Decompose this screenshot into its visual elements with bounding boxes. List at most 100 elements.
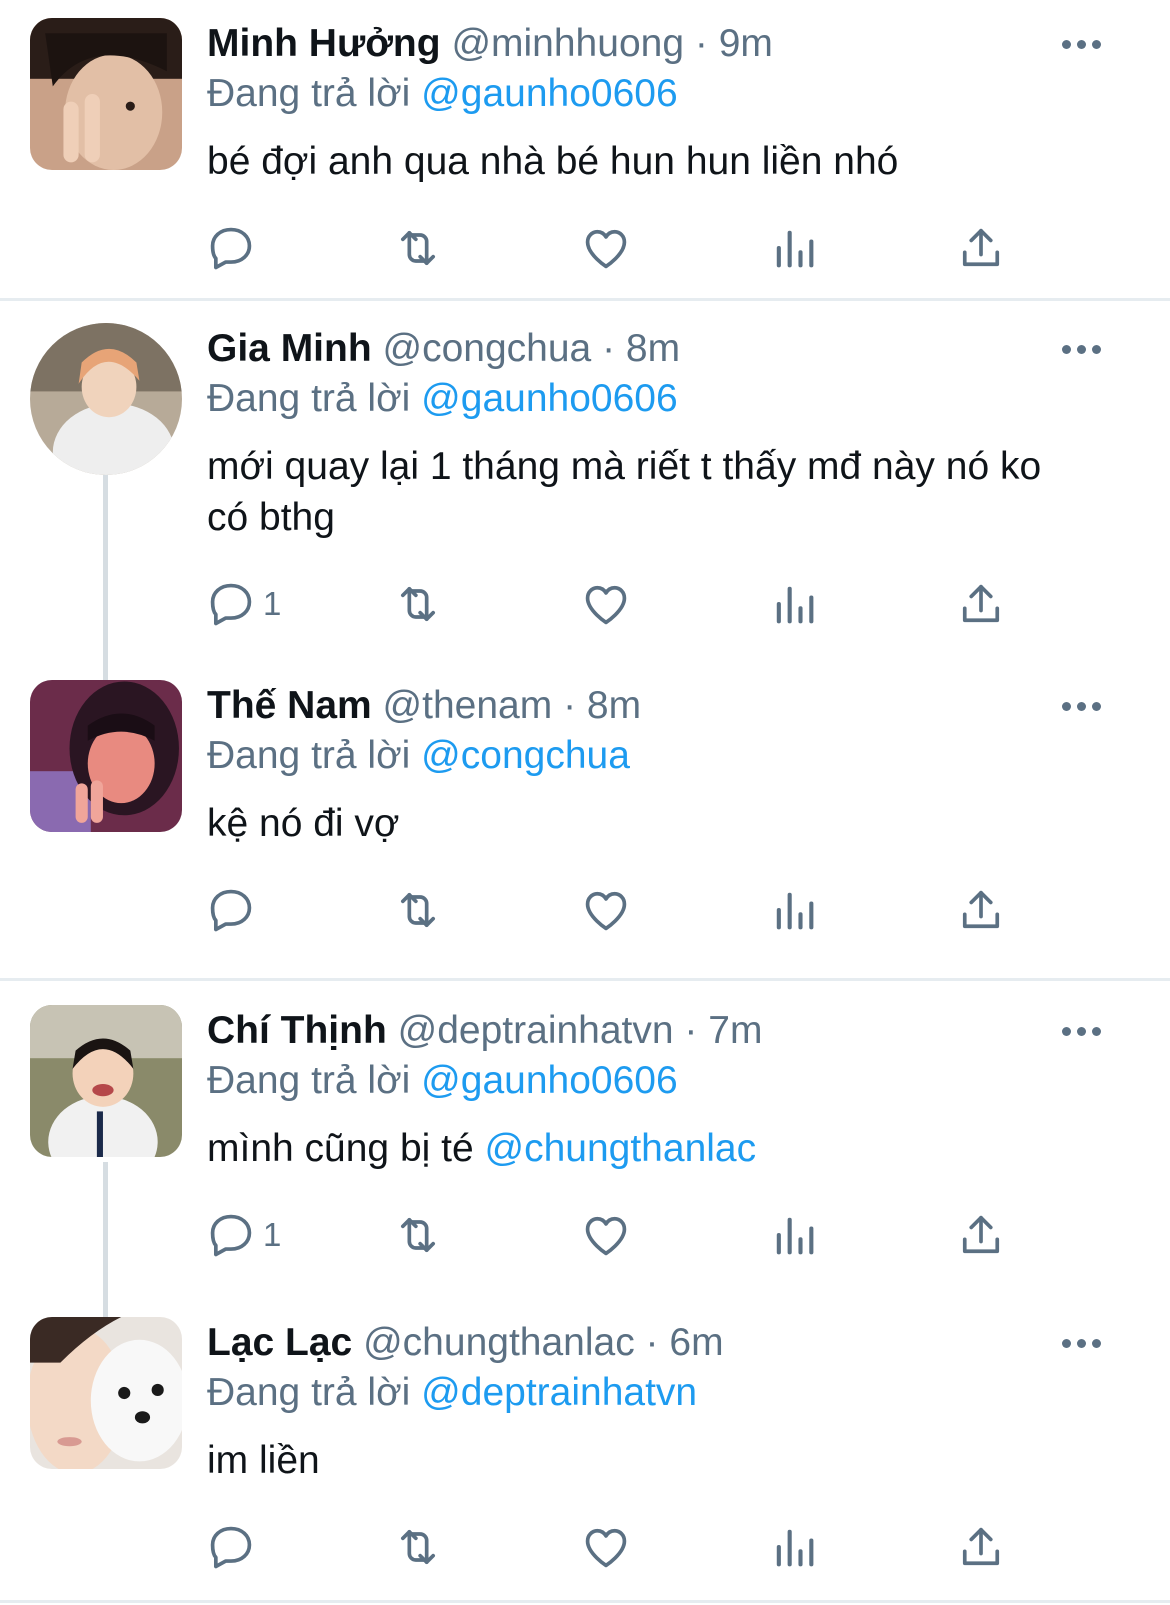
more-icon[interactable]: [1060, 341, 1104, 357]
reply-prefix: Đang trả lời: [207, 1059, 422, 1102]
divider: [0, 1600, 1170, 1603]
tweet-text-content: im liền: [207, 1439, 320, 1482]
avatar[interactable]: [30, 680, 182, 832]
share-icon: [962, 1527, 1000, 1566]
reply-to-link[interactable]: @congchua: [421, 734, 630, 777]
separator: ·: [673, 1009, 709, 1052]
separator: ·: [591, 327, 626, 370]
analytics-button[interactable]: [768, 578, 820, 630]
tweet-text: mới quay lại 1 tháng mà riết t thấy mđ n…: [207, 441, 1087, 543]
reply-icon: [210, 889, 252, 932]
reply-context: Đang trả lời @deptrainhatvn: [207, 1369, 697, 1417]
reply-to-link[interactable]: @gaunho0606: [421, 72, 678, 115]
author-handle[interactable]: @congchua: [383, 327, 592, 370]
divider: [0, 978, 1170, 981]
analytics-button[interactable]: [768, 1521, 820, 1573]
retweet-icon: [400, 892, 436, 928]
timestamp[interactable]: 7m: [708, 1009, 762, 1052]
mention-link[interactable]: @chungthanlac: [485, 1127, 757, 1170]
like-button[interactable]: [580, 222, 632, 274]
more-icon[interactable]: [1060, 1023, 1104, 1039]
reply-button[interactable]: [205, 884, 257, 936]
like-icon: [585, 585, 627, 625]
avatar[interactable]: [30, 1317, 182, 1469]
reply-prefix: Đang trả lời: [207, 734, 422, 777]
action-bar: [205, 1521, 1045, 1573]
action-bar: [205, 884, 1045, 936]
reply-to-link[interactable]: @gaunho0606: [421, 377, 678, 420]
like-icon: [585, 891, 627, 931]
timestamp[interactable]: 8m: [587, 684, 641, 727]
analytics-button[interactable]: [768, 1209, 820, 1261]
action-bar: 1: [205, 578, 1045, 630]
author-name[interactable]: Chí Thịnh: [207, 1009, 387, 1052]
share-icon: [962, 584, 1000, 623]
retweet-button[interactable]: [392, 1521, 444, 1573]
share-button[interactable]: [955, 222, 1007, 274]
like-icon: [585, 1528, 627, 1568]
reply-count: 1: [263, 585, 282, 622]
timestamp[interactable]: 8m: [626, 327, 680, 370]
retweet-button[interactable]: [392, 1209, 444, 1261]
reply-icon: [210, 1526, 252, 1569]
reply-prefix: Đang trả lời: [207, 72, 422, 115]
reply-to-link[interactable]: @deptrainhatvn: [421, 1371, 697, 1414]
reply-context: Đang trả lời @gaunho0606: [207, 375, 678, 423]
retweet-button[interactable]: [392, 578, 444, 630]
tweet-text: mình cũng bị té @chungthanlac: [207, 1123, 1107, 1174]
share-button[interactable]: [955, 578, 1007, 630]
tweet-text: bé đợi anh qua nhà bé hun hun liền nhó: [207, 136, 1107, 187]
reply-to-link[interactable]: @gaunho0606: [421, 1059, 678, 1102]
avatar[interactable]: [30, 323, 182, 475]
author-name[interactable]: Thế Nam: [207, 684, 372, 727]
analytics-icon: [776, 586, 814, 624]
action-bar: [205, 222, 1045, 274]
thread-line: [103, 1162, 108, 1317]
tweet-text-content: mình cũng bị té: [207, 1127, 485, 1170]
separator: ·: [684, 22, 719, 65]
author-handle[interactable]: @minhhuong: [451, 22, 684, 65]
analytics-button[interactable]: [768, 222, 820, 274]
timestamp[interactable]: 6m: [669, 1321, 723, 1364]
thread-line: [103, 472, 108, 680]
like-button[interactable]: [580, 578, 632, 630]
share-icon: [962, 228, 1000, 267]
analytics-icon: [776, 1217, 814, 1255]
timestamp[interactable]: 9m: [719, 22, 773, 65]
more-icon[interactable]: [1060, 698, 1104, 714]
like-button[interactable]: [580, 1209, 632, 1261]
analytics-icon: [776, 230, 814, 268]
retweet-button[interactable]: [392, 884, 444, 936]
like-button[interactable]: [580, 884, 632, 936]
reply-prefix: Đang trả lời: [207, 377, 422, 420]
reply-button[interactable]: [205, 222, 257, 274]
share-button[interactable]: [955, 1521, 1007, 1573]
reply-icon: [210, 227, 252, 270]
analytics-icon: [776, 892, 814, 930]
share-button[interactable]: [955, 884, 1007, 936]
author-name[interactable]: Minh Hưởng: [207, 22, 441, 65]
author-name[interactable]: Gia Minh: [207, 327, 372, 370]
author-handle[interactable]: @thenam: [383, 684, 553, 727]
reply-context: Đang trả lời @gaunho0606: [207, 1057, 678, 1105]
author-handle[interactable]: @deptrainhatvn: [398, 1009, 674, 1052]
author-name[interactable]: Lạc Lạc: [207, 1321, 352, 1364]
reply-count: 1: [263, 1216, 282, 1253]
like-button[interactable]: [580, 1521, 632, 1573]
more-icon[interactable]: [1060, 36, 1104, 52]
reply-icon: [210, 1214, 252, 1257]
retweet-button[interactable]: [392, 222, 444, 274]
like-icon: [585, 229, 627, 269]
tweet-text: kệ nó đi vợ: [207, 798, 1107, 849]
divider: [0, 298, 1170, 301]
avatar[interactable]: [30, 18, 182, 170]
reply-button[interactable]: 1: [205, 1209, 281, 1261]
avatar[interactable]: [30, 1005, 182, 1157]
reply-button[interactable]: 1: [205, 578, 281, 630]
reply-button[interactable]: [205, 1521, 257, 1573]
tweet-text-content: mới quay lại 1 tháng mà riết t thấy mđ n…: [207, 445, 1042, 539]
author-handle[interactable]: @chungthanlac: [363, 1321, 635, 1364]
analytics-button[interactable]: [768, 884, 820, 936]
more-icon[interactable]: [1060, 1335, 1104, 1351]
share-button[interactable]: [955, 1209, 1007, 1261]
